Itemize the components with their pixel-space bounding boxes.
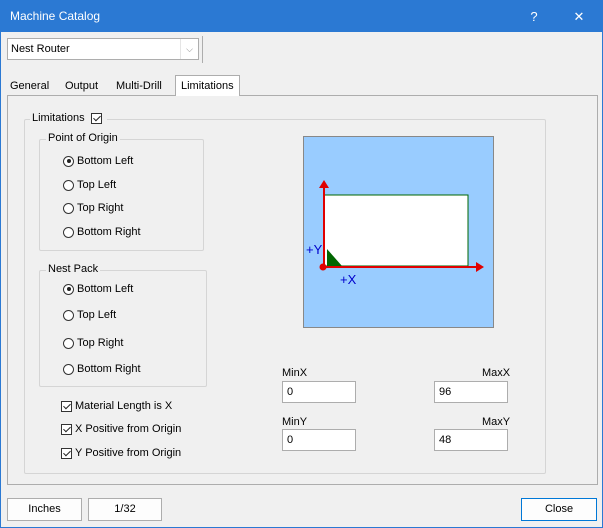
origin-bottom-right-radio[interactable]: Bottom Right (63, 226, 141, 238)
checkbox-indicator[interactable] (61, 400, 72, 412)
radio-label: Top Right (77, 337, 124, 349)
window-close-button[interactable]: ✕ (557, 1, 601, 32)
radio-label: Top Left (77, 309, 117, 321)
radio-indicator[interactable] (63, 337, 74, 349)
x-axis-arrow (476, 262, 484, 272)
machine-dropdown-value: Nest Router (11, 43, 70, 55)
radio-label: Bottom Right (77, 226, 141, 238)
radio-label: Bottom Right (77, 363, 141, 375)
origin-preview-graphic: +Y +X (306, 180, 484, 287)
radio-indicator[interactable] (63, 202, 74, 214)
x-axis-label: +X (340, 272, 357, 287)
radio-label: Bottom Left (77, 283, 134, 295)
tab-general[interactable]: General (5, 78, 54, 95)
y-axis-arrow (319, 180, 329, 188)
maxx-input[interactable]: 96 (434, 381, 508, 403)
maxy-input[interactable]: 48 (434, 429, 508, 451)
radio-label: Bottom Left (77, 155, 134, 167)
limitations-checkbox[interactable] (90, 112, 102, 124)
checkbox-indicator[interactable] (61, 423, 72, 435)
sheet-rectangle (323, 194, 469, 267)
machine-dropdown[interactable]: Nest Router ⌵ (7, 38, 199, 60)
tab-output[interactable]: Output (60, 78, 103, 95)
origin-top-left-radio[interactable]: Top Left (63, 179, 116, 191)
radio-indicator[interactable] (63, 363, 74, 375)
radio-indicator[interactable] (63, 226, 74, 238)
radio-label: Top Right (77, 202, 124, 214)
miny-input[interactable]: 0 (282, 429, 356, 451)
nest-top-right-radio[interactable]: Top Right (63, 337, 123, 349)
miny-label: MinY (282, 416, 308, 428)
window-title: Machine Catalog (10, 9, 101, 23)
checkbox-label: Y Positive from Origin (75, 447, 182, 459)
maxx-label: MaxX (482, 367, 511, 379)
checkbox-label: X Positive from Origin (75, 423, 182, 435)
radio-label: Top Left (77, 179, 117, 191)
origin-bottom-left-radio[interactable]: Bottom Left (63, 155, 133, 167)
units-button[interactable]: Inches (7, 498, 82, 521)
maxy-label: MaxY (482, 416, 511, 428)
radio-indicator[interactable] (63, 309, 74, 321)
title-bar: Machine Catalog ? ✕ (1, 1, 602, 32)
chevron-down-icon[interactable]: ⌵ (180, 39, 198, 59)
toolbar-separator (202, 36, 203, 63)
nest-bottom-left-radio[interactable]: Bottom Left (63, 283, 133, 295)
machine-catalog-window: Machine Catalog ? ✕ Nest Router ⌵ Genera… (0, 0, 603, 528)
limitations-label: Limitations (32, 112, 85, 124)
checkbox-indicator[interactable] (61, 447, 72, 459)
material-length-is-x-checkbox[interactable]: Material Length is X (61, 400, 172, 412)
tab-multi-drill[interactable]: Multi-Drill (111, 78, 167, 95)
origin-preview: +Y +X (303, 136, 494, 328)
nest-top-left-radio[interactable]: Top Left (63, 309, 116, 321)
origin-point (319, 263, 327, 271)
precision-button[interactable]: 1/32 (88, 498, 162, 521)
origin-top-right-radio[interactable]: Top Right (63, 202, 123, 214)
nest-bottom-right-radio[interactable]: Bottom Right (63, 363, 141, 375)
minx-input[interactable]: 0 (282, 381, 356, 403)
close-button[interactable]: Close (521, 498, 597, 521)
tab-limitations[interactable]: Limitations (175, 75, 240, 96)
nest-pack-label: Nest Pack (46, 263, 101, 275)
radio-indicator[interactable] (63, 283, 74, 295)
x-positive-from-origin-checkbox[interactable]: X Positive from Origin (61, 423, 181, 435)
radio-indicator[interactable] (63, 155, 74, 167)
y-axis-label: +Y (306, 242, 323, 257)
point-of-origin-label: Point of Origin (46, 132, 120, 144)
limitations-toggle[interactable]: Limitations (30, 112, 107, 124)
help-button[interactable]: ? (512, 1, 556, 32)
y-positive-from-origin-checkbox[interactable]: Y Positive from Origin (61, 447, 181, 459)
radio-indicator[interactable] (63, 179, 74, 191)
minx-label: MinX (282, 367, 308, 379)
checkbox-label: Material Length is X (75, 400, 173, 412)
